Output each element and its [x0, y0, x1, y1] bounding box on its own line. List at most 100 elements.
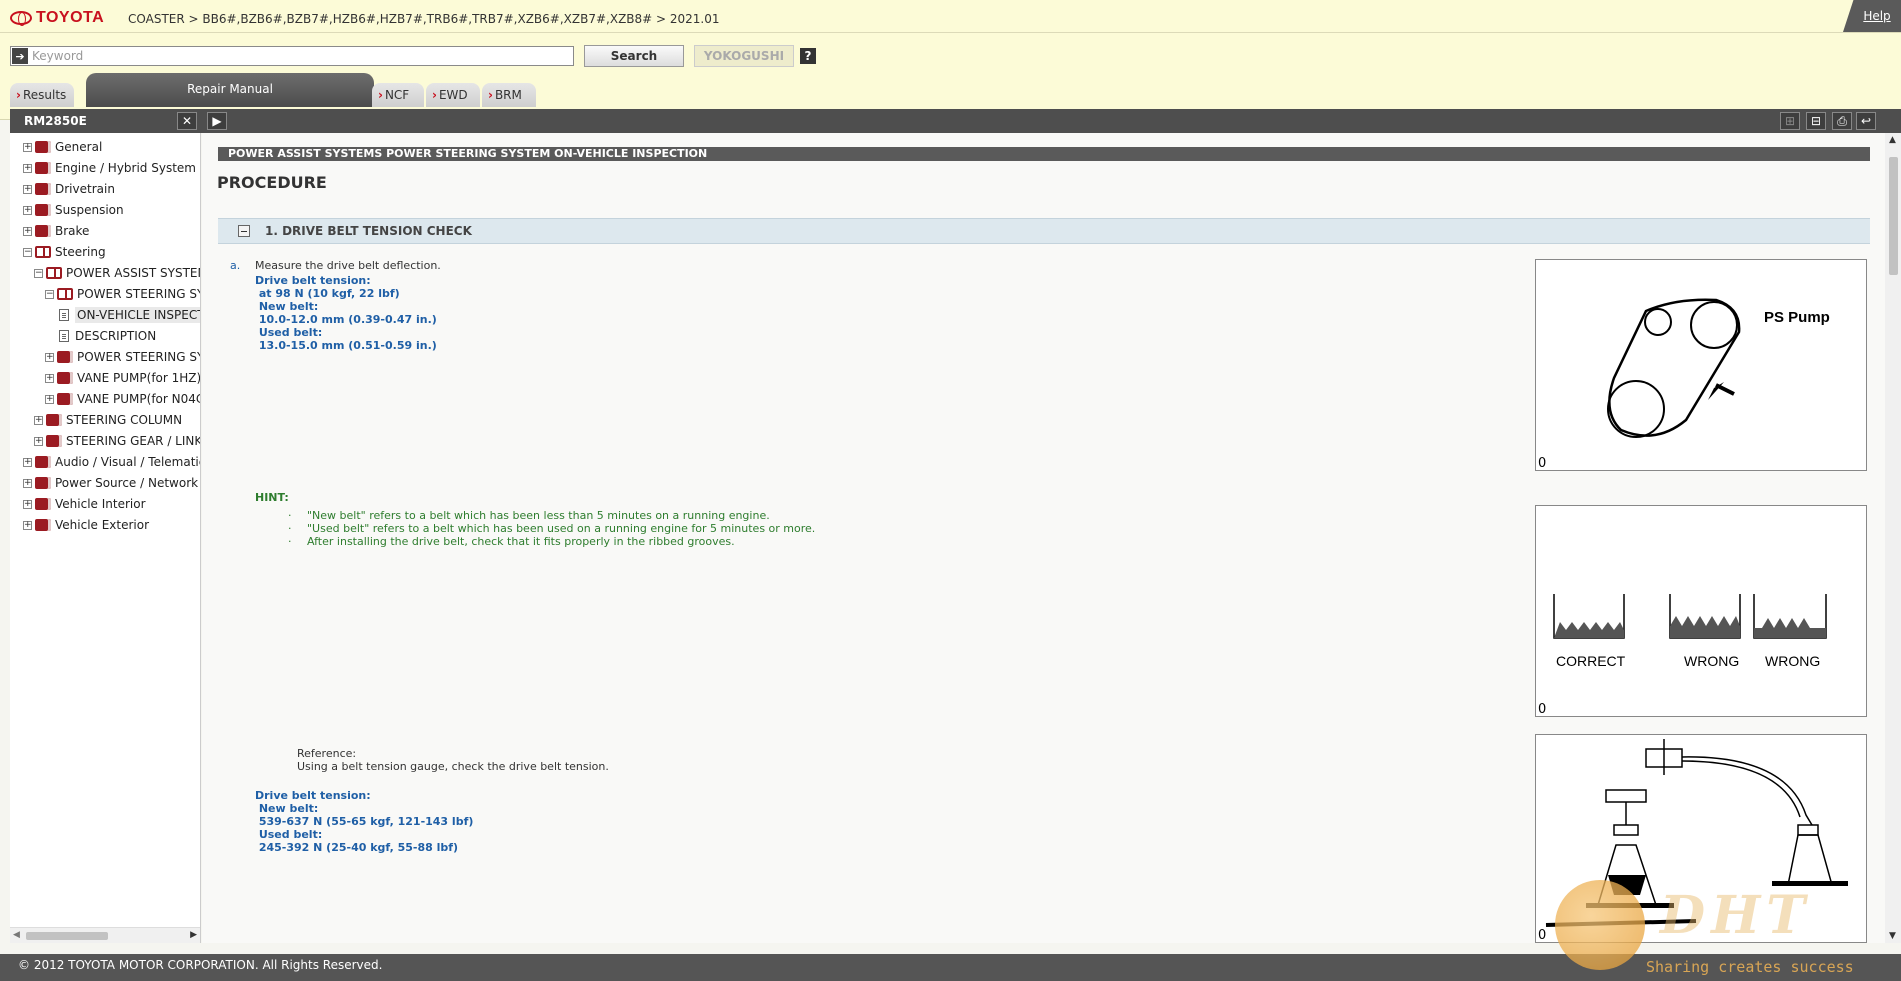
print-icon[interactable]: ⎙ [1832, 112, 1852, 130]
keyword-input[interactable] [29, 47, 573, 65]
tree-item[interactable]: ON-VEHICLE INSPECTION [56, 305, 200, 325]
yokogushi-button[interactable]: YOKOGUSHI [694, 45, 794, 67]
groove-label: WRONG [1684, 653, 1739, 669]
tab-repair-manual[interactable]: Repair Manual [86, 73, 374, 107]
tree-item-label: VANE PUMP(for N04C) [77, 392, 201, 406]
tree-item[interactable]: + Brake [23, 221, 89, 241]
collapse-node-icon[interactable]: − [23, 247, 32, 257]
expand-arrow-icon[interactable]: ▶ [207, 112, 227, 130]
tree-item[interactable]: + Vehicle Exterior [23, 515, 149, 535]
tree-item[interactable]: + General [23, 137, 102, 157]
expand-node-icon[interactable]: + [23, 478, 32, 488]
vertical-scrollbar[interactable]: ▲ ▼ [1885, 133, 1901, 943]
closed-book-icon [35, 162, 51, 174]
expand-node-icon[interactable]: + [23, 520, 32, 530]
chevron-right-icon: › [488, 88, 493, 102]
tab-ncf[interactable]: › NCF [372, 83, 424, 107]
top-header: TOYOTA COASTER > BB6#,BZB6#,BZB7#,HZB6#,… [0, 0, 1901, 120]
tree-item[interactable]: + Audio / Visual / Telematics [23, 452, 201, 472]
help-question-icon[interactable]: ? [800, 48, 816, 64]
section-header[interactable]: 1. DRIVE BELT TENSION CHECK [218, 218, 1870, 244]
closed-book-icon [35, 519, 51, 531]
tree-item[interactable]: + STEERING COLUMN [34, 410, 182, 430]
belt-deflection-illustration: PS Pump [1607, 298, 1830, 438]
tree-item[interactable]: + Engine / Hybrid System [23, 158, 196, 178]
search-button[interactable]: Search [584, 45, 684, 67]
collapse-node-icon[interactable]: − [34, 268, 43, 278]
expand-node-icon[interactable]: + [34, 436, 43, 446]
tree-item[interactable]: + Power Source / Network [23, 473, 198, 493]
hint-bullet: · [288, 522, 292, 535]
collapse-node-icon[interactable]: − [45, 289, 54, 299]
expand-node-icon[interactable]: + [45, 373, 54, 383]
expand-node-icon[interactable]: + [23, 184, 32, 194]
scroll-down-icon[interactable]: ▼ [1889, 931, 1896, 941]
tree-item-label: Suspension [55, 203, 124, 217]
spec-line: 539-637 N (55-65 kgf, 121-143 lbf) [255, 815, 474, 828]
figure-belt-grooves[interactable]: CORRECT WRONG WRONG 0 [1535, 505, 1867, 717]
tree-item-label: POWER STEERING SYSTEM [77, 350, 200, 364]
expand-node-icon[interactable]: + [45, 352, 54, 362]
open-book-icon [57, 288, 73, 300]
belt-groove-illustration: CORRECT WRONG WRONG [1553, 594, 1827, 669]
open-book-icon [46, 267, 62, 279]
keyword-arrow-icon[interactable]: ➔ [12, 48, 28, 64]
expand-node-icon[interactable]: + [23, 226, 32, 236]
spec-line: Used belt: [255, 326, 323, 339]
hint-label: HINT: [255, 491, 289, 504]
collapse-section-icon[interactable] [238, 225, 250, 237]
expand-node-icon[interactable]: + [45, 394, 54, 404]
horizontal-scrollbar[interactable]: ◀ ▶ [10, 927, 200, 943]
tab-ewd[interactable]: › EWD [426, 83, 480, 107]
vertical-scroll-thumb[interactable] [1889, 157, 1898, 275]
tree-item[interactable]: + Drivetrain [23, 179, 115, 199]
tree-item[interactable]: + VANE PUMP(for 1HZ) [45, 368, 200, 388]
closed-book-icon [46, 435, 62, 447]
chevron-right-icon: › [16, 88, 21, 102]
expand-node-icon[interactable]: + [34, 415, 43, 425]
close-tree-icon[interactable]: ✕ [177, 112, 197, 130]
tree-item-label: Audio / Visual / Telematics [55, 455, 201, 469]
figure-number: 0 [1538, 702, 1547, 717]
tree-item[interactable]: DESCRIPTION [56, 326, 156, 346]
tree-item[interactable]: − POWER STEERING SYSTEM [45, 284, 200, 304]
help-link[interactable]: Help [1843, 0, 1901, 32]
tree-item[interactable]: + Suspension [23, 200, 124, 220]
tab-brm[interactable]: › BRM [482, 83, 536, 107]
tree-item-label: Vehicle Interior [55, 497, 146, 511]
scroll-up-icon[interactable]: ▲ [1889, 135, 1896, 145]
tree-item[interactable]: + VANE PUMP(for N04C) [45, 389, 201, 409]
tree-item[interactable]: + POWER STEERING SYSTEM [45, 347, 200, 367]
manual-toolbar: RM2850E ✕ ▶ ⊞ ⊟ ⎙ ↩ [10, 109, 1901, 133]
tree-item-label: STEERING COLUMN [66, 413, 183, 427]
tree-item[interactable]: + Vehicle Interior [23, 494, 146, 514]
expand-node-icon[interactable]: + [23, 205, 32, 215]
scroll-left-icon[interactable]: ◀ [13, 930, 20, 940]
closed-book-icon [46, 414, 62, 426]
tab-results[interactable]: › Results [10, 83, 74, 107]
back-icon[interactable]: ↩ [1856, 112, 1876, 130]
reference-label: Reference: [297, 747, 357, 760]
chevron-right-icon: › [378, 88, 383, 102]
collapse-all-icon[interactable]: ⊟ [1806, 112, 1826, 130]
tab-ewd-label: EWD [438, 88, 468, 102]
tree-item-label: Power Source / Network [55, 476, 199, 490]
tree-item[interactable]: + STEERING GEAR / LINKAGE [34, 431, 200, 451]
spec-line: 10.0-12.0 mm (0.39-0.47 in.) [255, 313, 437, 326]
step-marker: a. [230, 259, 241, 272]
expand-all-icon[interactable]: ⊞ [1780, 112, 1800, 130]
expand-node-icon[interactable]: + [23, 457, 32, 467]
spec-line: Drive belt tension: [255, 274, 371, 287]
tree-item[interactable]: − POWER ASSIST SYSTEMS [34, 263, 200, 283]
tree-item-label: STEERING GEAR / LINKAGE [66, 434, 200, 448]
expand-node-icon[interactable]: + [23, 499, 32, 509]
spec-line: New belt: [255, 802, 319, 815]
spec-block-tension: Drive belt tension: New belt: 539-637 N … [255, 789, 473, 854]
watermark-tagline: Sharing creates success [1646, 958, 1854, 976]
tree-item[interactable]: − Steering [23, 242, 106, 262]
horizontal-scroll-thumb[interactable] [26, 932, 108, 940]
scroll-right-icon[interactable]: ▶ [190, 930, 197, 940]
figure-belt-deflection[interactable]: PS Pump 0 [1535, 259, 1867, 471]
expand-node-icon[interactable]: + [23, 142, 32, 152]
expand-node-icon[interactable]: + [23, 163, 32, 173]
